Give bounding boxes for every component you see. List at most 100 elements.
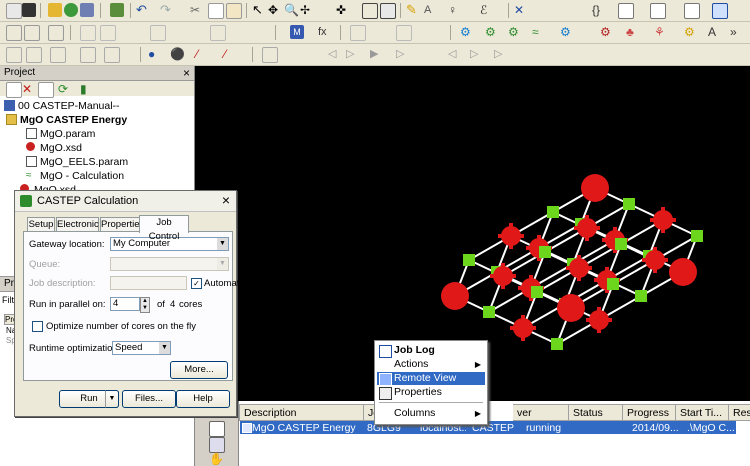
oxygen-atom[interactable]	[669, 258, 697, 286]
build-icon[interactable]	[110, 3, 124, 17]
chevron-down-icon[interactable]: ▼	[217, 238, 228, 250]
magnesium-atom[interactable]	[463, 254, 475, 266]
report-icon[interactable]	[684, 3, 700, 19]
animation-next-icon[interactable]: ▶	[370, 47, 384, 61]
tab-electronic[interactable]: Electronic	[56, 217, 99, 232]
zoom-icon[interactable]: 🔍	[284, 3, 299, 17]
oxygen-atom[interactable]	[577, 218, 597, 238]
bond-icon[interactable]: A	[424, 3, 438, 17]
copy-icon[interactable]	[208, 3, 224, 19]
oxygen-atom[interactable]	[589, 310, 609, 330]
translate-icon[interactable]: ✥	[268, 3, 282, 17]
files-button[interactable]: Files...	[122, 390, 176, 408]
column-progress[interactable]: Progress	[623, 404, 676, 421]
window-icon[interactable]	[712, 3, 728, 19]
magnesium-atom[interactable]	[691, 230, 703, 242]
new-icon[interactable]	[6, 3, 22, 19]
settings-icon[interactable]	[538, 3, 552, 17]
more-button[interactable]: More...	[170, 361, 228, 379]
help-button[interactable]: Help	[176, 390, 230, 408]
shape-icon[interactable]	[396, 25, 412, 41]
overflow-icon[interactable]: »	[730, 25, 744, 39]
table-row[interactable]: MgO CASTEP Energy 8GLG9 localhost... CAS…	[240, 421, 736, 434]
job-icon[interactable]	[209, 421, 225, 437]
function-icon[interactable]: fx	[318, 25, 332, 39]
animation-stop-icon[interactable]: ▷	[470, 47, 484, 61]
animation-prev-icon[interactable]: ◁	[328, 47, 342, 61]
menu-item-properties[interactable]: Properties	[377, 386, 485, 400]
print-icon[interactable]	[80, 3, 94, 17]
chevron-down-icon[interactable]: ▼	[159, 342, 170, 354]
book-icon[interactable]: ▮	[80, 82, 94, 96]
oxygen-atom[interactable]	[557, 294, 585, 322]
calculator-icon[interactable]: ℰ	[480, 3, 494, 17]
oxygen-atom[interactable]	[493, 266, 513, 286]
queue-select[interactable]: ▼	[110, 257, 229, 271]
tab-job-control[interactable]: Job Control	[139, 215, 189, 242]
rotate-icon[interactable]: ✢	[300, 3, 314, 17]
columns-view-icon[interactable]	[50, 47, 66, 63]
pencil-icon[interactable]: ✎	[406, 3, 420, 17]
run-dropdown-arrow-icon[interactable]: ▼	[105, 390, 119, 408]
grid-icon[interactable]	[362, 3, 378, 19]
animation-last-icon[interactable]: ▷	[396, 47, 410, 61]
tab-properties[interactable]: Properties	[100, 217, 144, 232]
brace-icon[interactable]: {}	[592, 3, 606, 17]
parallel-cores-stepper[interactable]: 4	[110, 297, 140, 311]
job-description-field[interactable]	[110, 276, 187, 290]
table-icon[interactable]	[618, 3, 634, 19]
runtime-optimization-select[interactable]: Speed ▼	[112, 341, 171, 355]
oxygen-atom[interactable]	[569, 258, 589, 278]
amorphous-icon[interactable]: ♣	[626, 25, 640, 39]
grid-view-icon[interactable]	[6, 47, 22, 63]
oxygen-atom[interactable]	[653, 210, 673, 230]
server-icon[interactable]	[209, 437, 225, 453]
atom-style-icon[interactable]: ●	[148, 47, 162, 61]
color-icon[interactable]: ♀	[448, 3, 462, 17]
oxygen-atom[interactable]	[645, 250, 665, 270]
stick-icon[interactable]: ⁄	[196, 47, 210, 61]
magnesium-atom[interactable]	[539, 246, 551, 258]
magnesium-atom[interactable]	[547, 206, 559, 218]
tab-setup[interactable]: Setup	[27, 217, 55, 232]
menu-item-columns[interactable]: Columns ▶	[377, 407, 485, 420]
delete-icon[interactable]: ✕	[22, 82, 36, 96]
column-status[interactable]: Status	[569, 404, 623, 421]
import-icon[interactable]	[64, 3, 78, 17]
paste-icon[interactable]	[226, 3, 242, 19]
magnesium-atom[interactable]	[551, 338, 563, 350]
automatic-checkbox[interactable]: ✓	[191, 278, 202, 289]
properties-icon[interactable]	[38, 82, 54, 98]
align-icon[interactable]	[6, 25, 22, 41]
menu-item-remote-view[interactable]: Remote View	[377, 372, 485, 386]
pointer-icon[interactable]	[350, 25, 366, 41]
reflex-icon[interactable]: ⚙	[600, 25, 614, 39]
select-icon[interactable]: ↖	[252, 3, 266, 17]
column-start-time[interactable]: Start Ti...	[676, 404, 729, 421]
refresh-icon[interactable]: ⟳	[58, 82, 72, 96]
forcite-icon[interactable]: ⚙	[508, 25, 522, 39]
animation-loop-icon[interactable]: ◁	[448, 47, 462, 61]
animation-play-icon[interactable]: ▷	[346, 47, 360, 61]
magnesium-atom[interactable]	[623, 198, 635, 210]
display-style-icon[interactable]: M	[290, 25, 304, 39]
oxygen-atom[interactable]	[581, 174, 609, 202]
surface-icon[interactable]	[150, 25, 166, 41]
dmol-icon[interactable]: ⚙	[485, 25, 499, 39]
atom-icon[interactable]: ✜	[336, 3, 350, 17]
list-icon[interactable]	[650, 3, 666, 19]
animation-first-icon[interactable]	[262, 47, 278, 63]
magnesium-atom[interactable]	[483, 306, 495, 318]
sorption-icon[interactable]: ⚙	[560, 25, 574, 39]
column-server[interactable]: ver	[513, 404, 569, 421]
hand-icon[interactable]: ✋	[209, 452, 224, 466]
ball-stick-icon[interactable]: ⚫	[170, 47, 185, 61]
cut-icon[interactable]: ✂	[190, 3, 204, 17]
menu-item-job-log[interactable]: Job Log	[377, 344, 485, 358]
castep-icon[interactable]: ≈	[532, 25, 546, 39]
blends-icon[interactable]: ⚘	[654, 25, 668, 39]
column-description[interactable]: Description	[239, 404, 364, 421]
new-folder-icon[interactable]	[6, 82, 22, 98]
symmetry-icon[interactable]	[380, 3, 396, 19]
stack-view-icon[interactable]	[26, 47, 42, 63]
